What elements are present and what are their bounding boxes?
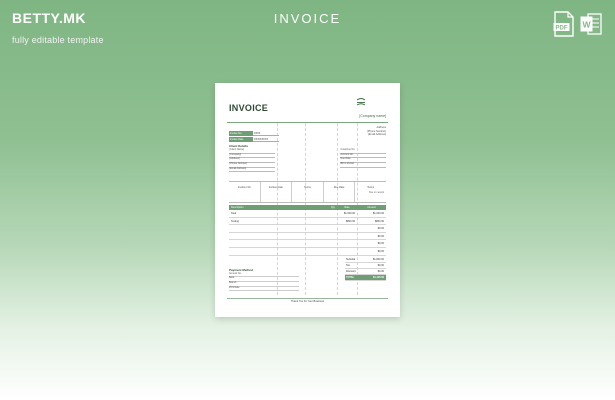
item-rate (337, 225, 357, 232)
item-amount: $0.00 (377, 242, 384, 246)
meta-label: Invoice Date (229, 136, 253, 142)
word-icon[interactable]: W (580, 11, 602, 37)
thank-you-note: Thank You for Your Business (227, 298, 388, 304)
total-value: $1,800.00 (372, 258, 384, 261)
item-amount: $1,000.00 (372, 212, 384, 215)
client-left-col: [Client Name] [Company] [Address] [Phone… (229, 149, 275, 173)
meta-label: Invoice No. (229, 131, 253, 136)
item-rate (337, 248, 357, 255)
table-row: $0.00 (229, 248, 386, 256)
total-label: Tax (346, 264, 350, 267)
item-amount: $0.00 (377, 234, 384, 238)
word-icon-label: W (582, 20, 591, 30)
client-field: Bill to Period (340, 162, 386, 168)
invoice-meta: Invoice No. XXXX Invoice Date XX/XX/XXXX (229, 131, 319, 142)
meta-value: XXXX (253, 131, 279, 136)
total-label: Subtotal (346, 258, 356, 261)
summary-cell: Invoice Info (229, 182, 261, 202)
item-rate (337, 240, 357, 247)
meta-row: Invoice No. XXXX (229, 131, 319, 136)
item-qty (329, 225, 337, 232)
summary-cell: Due Date (324, 182, 356, 202)
page-title: INVOICE (273, 11, 342, 26)
item-rate: $1,000.00 (343, 212, 355, 215)
item-rate: $800.00 (345, 219, 355, 223)
item-desc (229, 225, 329, 232)
summary-cell: Invoice Date (261, 182, 293, 202)
totals-block: Subtotal $1,800.00 Tax $0.00 Discount $0… (345, 257, 386, 281)
invoice-template-preview[interactable]: INVOICE [Company name] Address [Phone Nu… (215, 83, 400, 317)
client-field: [Email Address] (229, 167, 275, 173)
item-qty (329, 218, 337, 225)
table-row: $0.00 (229, 233, 386, 241)
grand-total-row: TOTAL $1,115.00 (345, 275, 386, 281)
pdf-icon-label: PDF (556, 25, 568, 31)
table-row: Task $1,000.00 $1,000.00 (229, 210, 386, 218)
pdf-icon[interactable]: PDF (553, 11, 575, 37)
table-row: Testing $800.00 $800.00 (229, 218, 386, 226)
due-words: Due on receipt (369, 192, 384, 194)
client-right-col: Customer No. Account No. Due Date Bill t… (340, 149, 386, 172)
item-desc (229, 248, 329, 255)
total-value: $0.00 (377, 264, 384, 267)
item-desc (229, 240, 329, 247)
invoice-document: INVOICE [Company name] Address [Phone Nu… (227, 93, 388, 303)
summary-cell: Terms (292, 182, 324, 202)
payment-title: Payment Method (229, 268, 254, 272)
client-title: Client Details (229, 144, 249, 148)
total-label: TOTAL (346, 276, 355, 279)
item-desc: Testing (231, 219, 239, 223)
doc-header: INVOICE [Company name] (227, 93, 388, 123)
total-label: Discount (346, 270, 356, 273)
item-amount: $800.00 (374, 219, 384, 223)
payment-method: Payment Method Account No. Bank Branch P… (229, 268, 299, 292)
item-desc (229, 233, 329, 240)
item-amount: $0.00 (377, 227, 384, 231)
meta-value: XX/XX/XXXX (253, 137, 279, 142)
address-line: [Email Address] (367, 133, 386, 136)
doc-address: Address [Phone Number] [Email Address] (367, 126, 386, 137)
item-rate (337, 233, 357, 240)
item-qty (329, 248, 337, 255)
file-format-icons: PDF W (553, 11, 602, 37)
client-grid: [Client Name] [Company] [Address] [Phone… (229, 149, 386, 173)
doc-company: [Company name] (359, 114, 386, 118)
items-table: Description Qty Rate Amount Task $1,000.… (229, 205, 386, 256)
doc-title: INVOICE (229, 103, 269, 113)
item-qty (329, 240, 337, 247)
table-row: $0.00 (229, 240, 386, 248)
total-value: $0.00 (377, 270, 384, 273)
meta-row: Invoice Date XX/XX/XXXX (229, 136, 319, 142)
brand-tagline: fully editable template (12, 35, 104, 45)
client-details: Client Details [Client Name] [Company] [… (229, 144, 386, 173)
payment-line: POS Date (229, 287, 299, 292)
item-amount: $0.00 (377, 249, 384, 253)
item-qty (329, 233, 337, 240)
total-value: $1,115.00 (373, 276, 384, 279)
item-desc: Task (231, 212, 237, 215)
item-qty (329, 210, 337, 217)
company-logo-icon (356, 98, 366, 106)
table-row: $0.00 (229, 225, 386, 233)
invoice-summary: Invoice Info Invoice Date Terms Due Date… (229, 181, 386, 203)
